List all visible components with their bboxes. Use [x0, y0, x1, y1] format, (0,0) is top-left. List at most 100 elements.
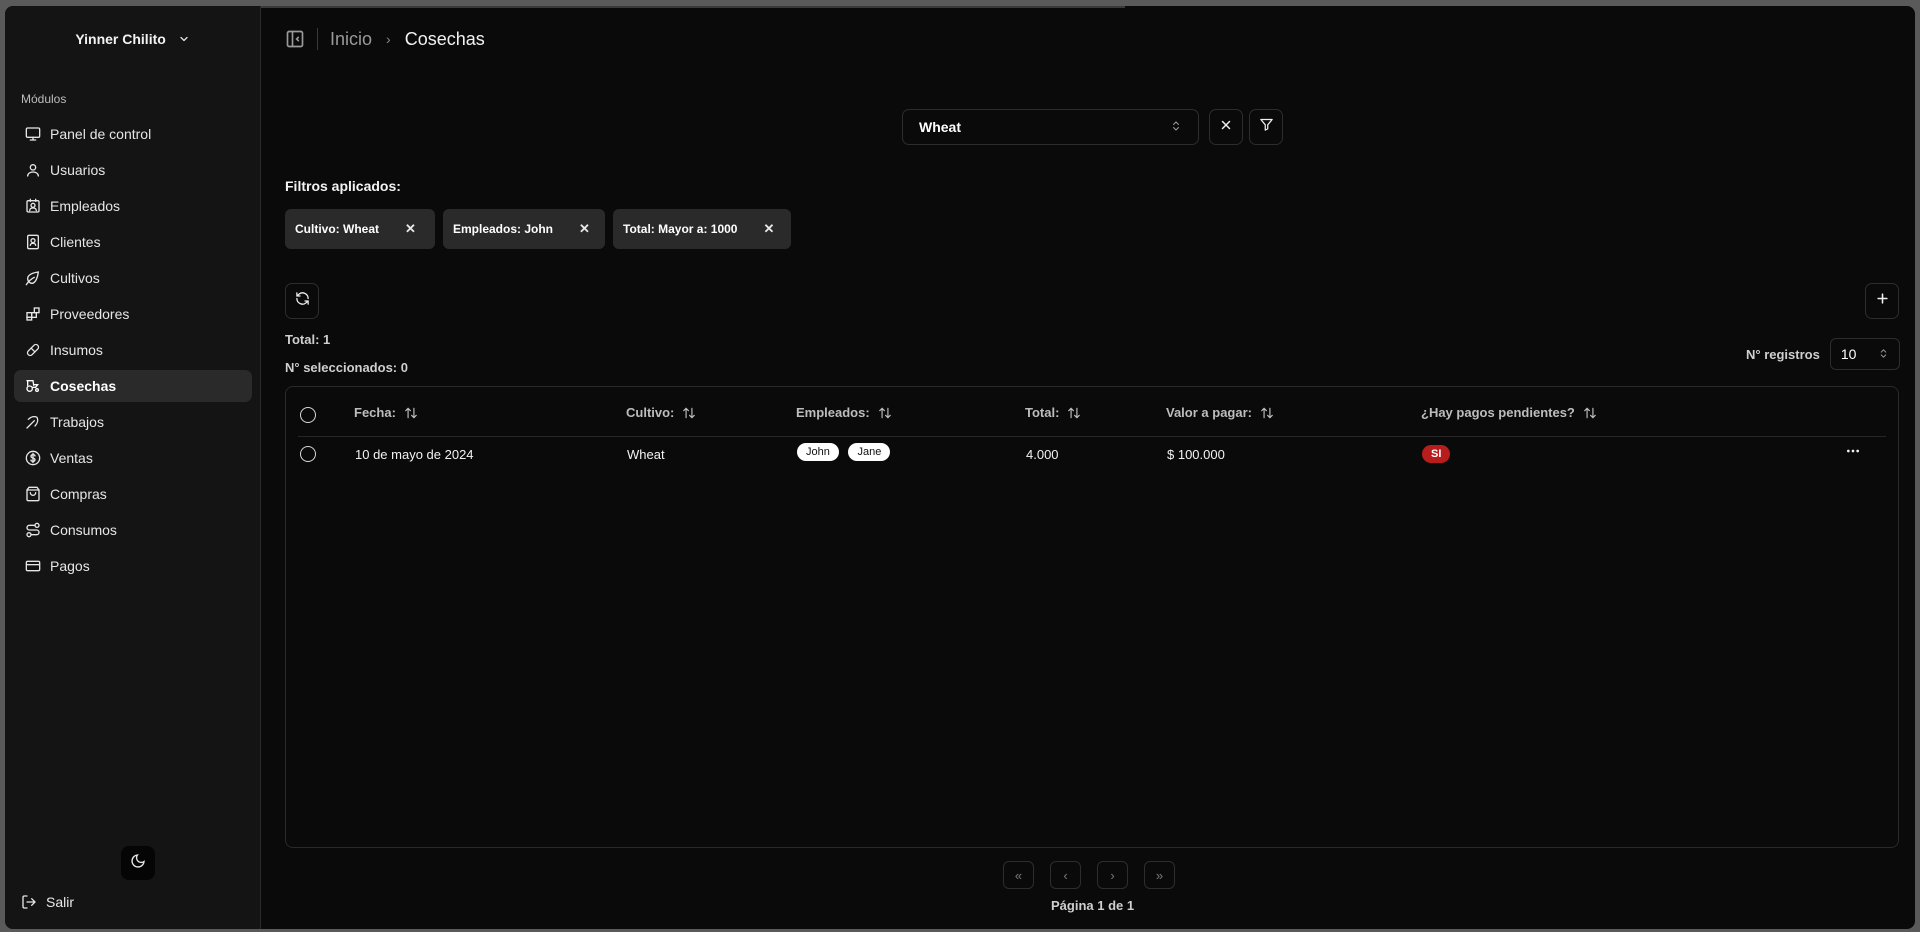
column-label: ¿Hay pagos pendientes? [1421, 405, 1575, 420]
remove-filter-icon[interactable]: ✕ [405, 221, 416, 237]
first-page-button[interactable]: « [1003, 861, 1034, 889]
sort-icon [1067, 406, 1081, 420]
sidebar-item-cultivos[interactable]: Cultivos [14, 262, 252, 294]
column-header-cultivo[interactable]: Cultivo: [626, 405, 696, 420]
employee-badge: Jane [848, 443, 891, 461]
sidebar-nav: Panel de control Usuarios Empleados Clie… [14, 118, 252, 586]
chevrons-up-down-icon [1170, 119, 1182, 135]
tractor-icon [25, 378, 41, 394]
row-actions-button[interactable] [1845, 443, 1861, 462]
sidebar-item-ventas[interactable]: Ventas [14, 442, 252, 474]
column-header-fecha[interactable]: Fecha: [354, 405, 418, 420]
filter-chip-label: Cultivo: Wheat [295, 222, 379, 236]
logout-icon [21, 894, 37, 910]
sidebar-item-label: Cultivos [50, 270, 100, 286]
records-label: N° registros [1746, 346, 1820, 362]
remove-filter-icon[interactable]: ✕ [579, 221, 590, 237]
contact-book-icon [25, 234, 41, 250]
sidebar-item-trabajos[interactable]: Trabajos [14, 406, 252, 438]
column-label: Valor a pagar: [1166, 405, 1252, 420]
more-horizontal-icon [1845, 447, 1861, 462]
chevron-right-icon: › [386, 31, 391, 47]
sort-icon [1260, 406, 1274, 420]
clear-search-button[interactable] [1209, 109, 1243, 145]
column-header-total[interactable]: Total: [1025, 405, 1081, 420]
column-label: Cultivo: [626, 405, 675, 420]
logout-button[interactable]: Salir [21, 894, 74, 910]
sidebar-item-proveedores[interactable]: Proveedores [14, 298, 252, 330]
select-all-radio[interactable] [300, 407, 316, 423]
cell-empleados: John Jane [797, 443, 896, 461]
leaf-icon [25, 270, 41, 286]
last-page-button[interactable]: » [1144, 861, 1175, 889]
main-content: Inicio › Cosechas Wheat Filtros aplicado… [261, 6, 1915, 929]
filter-chips: Cultivo: Wheat ✕ Empleados: John ✕ Total… [285, 209, 791, 249]
cell-total: 4.000 [1026, 447, 1059, 462]
section-label: Módulos [21, 92, 67, 106]
column-header-empleados[interactable]: Empleados: [796, 405, 892, 420]
prev-page-button[interactable]: ‹ [1050, 861, 1081, 889]
sidebar-item-empleados[interactable]: Empleados [14, 190, 252, 222]
sidebar-item-label: Compras [50, 486, 107, 502]
sidebar-item-clientes[interactable]: Clientes [14, 226, 252, 258]
filter-icon [1259, 117, 1274, 137]
records-select[interactable]: 10 [1829, 338, 1900, 370]
status-badge: SI [1422, 445, 1451, 463]
page-info: Página 1 de 1 [1051, 898, 1135, 913]
sidebar-item-label: Ventas [50, 450, 93, 466]
chevrons-right-icon: » [1155, 867, 1164, 883]
column-label: Empleados: [796, 405, 870, 420]
sidebar-item-usuarios[interactable]: Usuarios [14, 154, 252, 186]
add-button[interactable] [1865, 283, 1899, 319]
next-page-button[interactable]: › [1097, 861, 1128, 889]
chevrons-left-icon: « [1014, 867, 1023, 883]
sidebar-item-insumos[interactable]: Insumos [14, 334, 252, 366]
refresh-icon [295, 291, 310, 311]
column-header-pendientes[interactable]: ¿Hay pagos pendientes? [1421, 405, 1597, 420]
sort-icon [682, 406, 696, 420]
sidebar-item-label: Panel de control [50, 126, 152, 142]
sidebar-item-consumos[interactable]: Consumos [14, 514, 252, 546]
sidebar-item-panel[interactable]: Panel de control [14, 118, 252, 150]
sidebar-item-label: Cosechas [50, 378, 117, 394]
sidebar-item-compras[interactable]: Compras [14, 478, 252, 510]
user-menu[interactable]: Yinner Chilito [5, 31, 260, 48]
column-header-valor[interactable]: Valor a pagar: [1166, 405, 1274, 420]
sidebar-item-label: Pagos [50, 558, 90, 574]
dollar-circle-icon [25, 450, 41, 466]
breadcrumb-home[interactable]: Inicio [330, 29, 372, 50]
filter-button[interactable] [1249, 109, 1283, 145]
remove-filter-icon[interactable]: ✕ [763, 221, 774, 237]
row-select-radio[interactable] [300, 446, 316, 462]
refresh-button[interactable] [285, 283, 319, 319]
column-label: Fecha: [354, 405, 396, 420]
sidebar-item-label: Proveedores [50, 306, 130, 322]
theme-toggle-button[interactable] [121, 846, 155, 880]
sidebar-item-cosechas[interactable]: Cosechas [14, 370, 252, 402]
crop-select[interactable]: Wheat [902, 109, 1199, 145]
sidebar-toggle-icon[interactable] [285, 29, 305, 49]
applied-filters-title: Filtros aplicados: [285, 178, 401, 194]
monitor-icon [25, 126, 41, 142]
shopping-bag-icon [25, 486, 41, 502]
pickaxe-icon [25, 414, 41, 430]
filter-chip: Empleados: John ✕ [443, 209, 605, 249]
sidebar-item-label: Trabajos [50, 414, 104, 430]
credit-card-icon [25, 558, 41, 574]
sort-icon [1583, 406, 1597, 420]
breadcrumb: Inicio › Cosechas [285, 28, 485, 50]
sidebar-item-label: Clientes [50, 234, 101, 250]
table-row[interactable]: 10 de mayo de 2024 Wheat John Jane 4.000… [298, 437, 1886, 473]
filter-chip: Cultivo: Wheat ✕ [285, 209, 435, 249]
chevron-down-icon [178, 32, 190, 48]
sidebar-item-pagos[interactable]: Pagos [14, 550, 252, 582]
contact-icon [25, 198, 41, 214]
chevrons-up-down-icon [1878, 346, 1889, 362]
chevron-left-icon: ‹ [1063, 867, 1068, 883]
pill-icon [25, 342, 41, 358]
table-header: Fecha: Cultivo: Empleados: Total: Valor … [298, 387, 1886, 437]
sidebar: Yinner Chilito Módulos Panel de control … [5, 6, 261, 929]
user-name: Yinner Chilito [75, 31, 166, 47]
cell-cultivo: Wheat [627, 447, 665, 462]
moon-icon [130, 853, 146, 874]
